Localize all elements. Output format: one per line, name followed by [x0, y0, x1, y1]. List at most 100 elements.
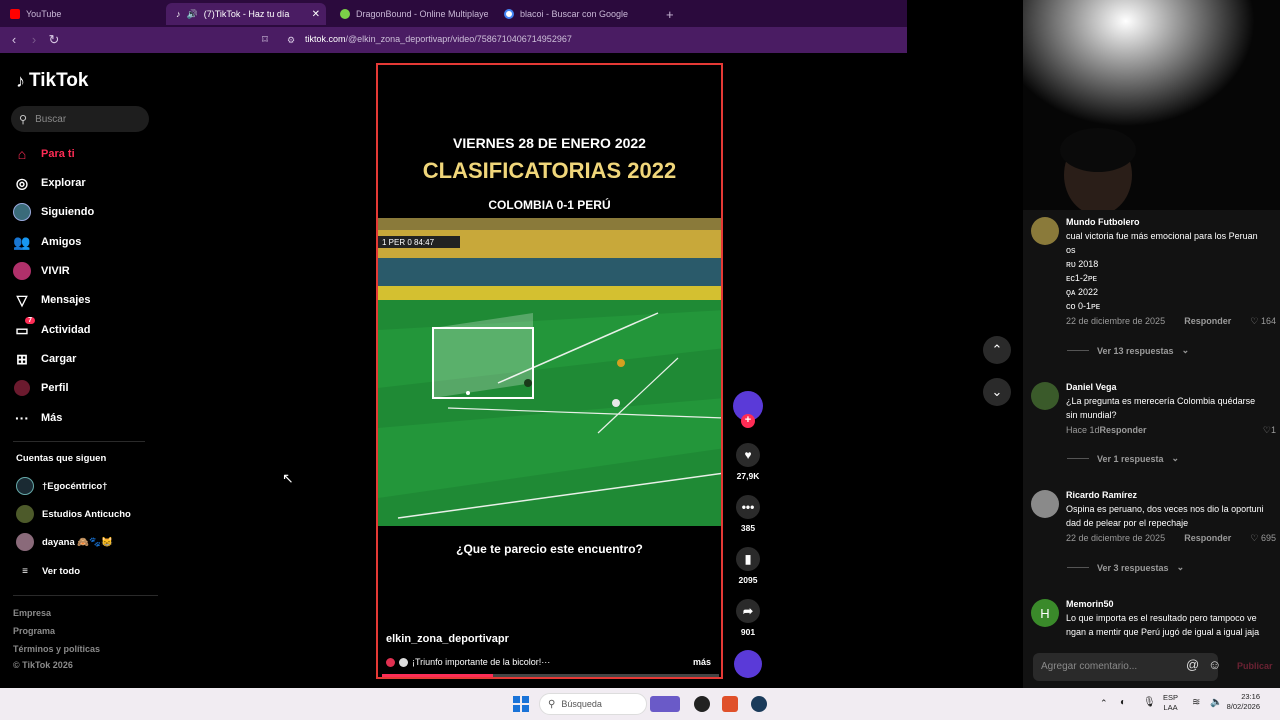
emoji-icon[interactable]: ☺ — [1208, 657, 1221, 672]
comment-date: 22 de diciembre de 2025 — [1066, 316, 1166, 326]
footer-link-terminos[interactable]: Términos y políticas — [13, 644, 100, 654]
footer-link-empresa[interactable]: Empresa — [13, 608, 51, 618]
comment-like-button[interactable]: ♡ 164 — [1250, 316, 1276, 327]
video-author[interactable]: elkin_zona_deportivapr — [386, 633, 509, 645]
comment-line: ʀᴜ 2018 — [1066, 259, 1099, 269]
brave-browser-icon[interactable] — [722, 696, 738, 712]
save-button[interactable]: ▮ 2095 — [733, 547, 763, 585]
avatar[interactable]: H — [1031, 599, 1059, 627]
tab-tiktok[interactable]: ♪ 🔊 (7)TikTok - Haz tu día ✕ — [166, 3, 326, 25]
comment-line: dad de pelear por el repechaje — [1066, 518, 1189, 528]
comment-like-button[interactable]: ♡ 695 — [1250, 533, 1276, 544]
tab-google[interactable]: blacoi - Buscar con Google — [494, 3, 654, 25]
steam-icon[interactable] — [751, 696, 767, 712]
sidebar-item-para-ti[interactable]: ⌂ Para ti — [13, 143, 75, 165]
comment-author[interactable]: Daniel Vega — [1066, 382, 1276, 392]
comment-button[interactable]: ••• 385 — [733, 495, 763, 533]
webcam-image — [1023, 0, 1280, 210]
comment-author[interactable]: Mundo Futbolero — [1066, 217, 1276, 227]
sidebar-item-actividad[interactable]: ▭ 7 Actividad — [13, 317, 91, 341]
compass-icon: ◎ — [15, 174, 29, 191]
view-replies-button[interactable]: Ver 3 respuestas ⌄ — [1067, 562, 1184, 573]
follow-plus-icon[interactable]: + — [741, 414, 755, 428]
footer-copyright: © TikTok 2026 — [13, 660, 73, 670]
chevron-up-icon: ⌃ — [991, 342, 1003, 357]
music-disc[interactable] — [733, 650, 763, 678]
tab-label: DragonBound - Online Multiplayer F — [356, 9, 488, 19]
language-indicator[interactable]: ESP LAA — [1163, 693, 1178, 713]
youtube-icon — [10, 9, 20, 19]
wifi-icon[interactable]: ≋ — [1192, 697, 1200, 708]
search-input[interactable]: ⚲ Buscar — [11, 106, 149, 132]
tiktok-logo[interactable]: ♪ TikTok — [16, 70, 88, 92]
previous-video-button[interactable]: ⌃ — [983, 336, 1011, 364]
tray-app-icon[interactable]: ◐ — [1120, 697, 1126, 708]
comment-icon: ••• — [736, 495, 760, 519]
share-button[interactable]: ➦ 901 — [733, 599, 763, 637]
video-progress-bar[interactable] — [382, 674, 719, 677]
google-icon — [504, 9, 514, 19]
sidebar-item-perfil[interactable]: Perfil — [13, 377, 69, 399]
avatar[interactable] — [1031, 490, 1059, 518]
url-field[interactable]: tiktok.com/@elkin_zona_deportivapr/video… — [305, 34, 572, 44]
sidebar-item-cargar[interactable]: ⊞ Cargar — [13, 348, 76, 370]
divider — [13, 441, 145, 442]
tab-youtube[interactable]: YouTube — [0, 3, 165, 25]
dragonbound-icon — [340, 9, 350, 19]
comment-text: cual victoria fue más emocional para los… — [1066, 229, 1276, 313]
avatar[interactable] — [1031, 217, 1059, 245]
bookmark-icon[interactable]: ⌑ — [257, 32, 273, 48]
creator-avatar[interactable]: + — [733, 391, 763, 428]
avatar[interactable] — [1031, 382, 1059, 410]
reply-button[interactable]: Responder — [1184, 533, 1231, 544]
forward-icon[interactable]: › — [26, 32, 42, 48]
view-replies-button[interactable]: Ver 1 respuesta ⌄ — [1067, 453, 1179, 464]
sidebar-item-mas[interactable]: ··· Más — [13, 407, 62, 429]
close-tab-icon[interactable]: ✕ — [312, 9, 320, 20]
clock[interactable]: 23:16 8/02/2026 — [1227, 692, 1260, 712]
video-player[interactable]: VIERNES 28 DE ENERO 2022 CLASIFICATORIAS… — [376, 63, 723, 679]
view-replies-button[interactable]: Ver 13 respuestas ⌄ — [1067, 345, 1189, 356]
site-info-icon[interactable]: ⚙ — [283, 32, 299, 48]
tab-label: (7)TikTok - Haz tu día — [203, 9, 290, 19]
see-all-link[interactable]: ≡ Ver todo — [16, 561, 80, 581]
comment-author[interactable]: Ricardo Ramírez — [1066, 490, 1276, 500]
taskbar-search[interactable]: ⚲ Búsqueda — [539, 693, 647, 715]
back-icon[interactable]: ‹ — [6, 32, 22, 48]
microphone-icon[interactable]: 🎙 — [1143, 697, 1156, 708]
app-icon[interactable] — [694, 696, 710, 712]
live-icon — [13, 262, 31, 280]
windows-start-icon[interactable] — [513, 696, 529, 712]
mention-icon[interactable]: @ — [1186, 657, 1199, 672]
comment-author[interactable]: Memorin50 — [1066, 599, 1276, 609]
sidebar-item-amigos[interactable]: 👥 Amigos — [13, 231, 81, 253]
sidebar-item-explorar[interactable]: ◎ Explorar — [13, 172, 86, 194]
following-account[interactable]: dayana 🙈🐾😸 — [16, 532, 113, 552]
post-button[interactable]: Publicar — [1237, 661, 1273, 671]
comment-like-count: 695 — [1260, 533, 1276, 543]
footer-link-programa[interactable]: Programa — [13, 626, 55, 636]
widget-icon[interactable] — [650, 696, 680, 712]
following-account[interactable]: Estudios Anticucho — [16, 504, 131, 524]
following-account[interactable]: †Egocéntrico† — [16, 476, 107, 496]
like-button[interactable]: ♥ 27,9K — [733, 443, 763, 481]
comment-line: cual victoria fue más emocional para los… — [1066, 231, 1258, 241]
reply-button[interactable]: Responder — [1184, 316, 1231, 327]
reply-button[interactable]: Responder — [1100, 425, 1147, 436]
more-link[interactable]: más — [693, 657, 711, 667]
next-video-button[interactable]: ⌄ — [983, 378, 1011, 406]
description-text: ¡Triunfo importante de la bicolor!··· — [412, 657, 551, 667]
volume-icon[interactable]: 🔈 — [1210, 697, 1222, 708]
new-tab-button[interactable]: + — [656, 3, 680, 25]
sidebar-item-vivir[interactable]: VIVIR — [13, 260, 70, 282]
comment-input-placeholder: Agregar comentario... — [1041, 661, 1138, 672]
video-title-main: CLASIFICATORIAS 2022 — [422, 158, 677, 183]
comment-like-button[interactable]: ♡1 — [1263, 425, 1276, 436]
heart-icon: ♥ — [736, 443, 760, 467]
sidebar-item-siguiendo[interactable]: Siguiendo — [13, 201, 94, 223]
tray-chevron-icon[interactable]: ⌃ — [1100, 698, 1108, 709]
reload-icon[interactable]: ↻ — [46, 32, 62, 48]
comment-count: 385 — [740, 523, 756, 533]
tab-dragonbound[interactable]: DragonBound - Online Multiplayer F — [330, 3, 488, 25]
sidebar-item-mensajes[interactable]: ▽ Mensajes — [13, 289, 91, 311]
